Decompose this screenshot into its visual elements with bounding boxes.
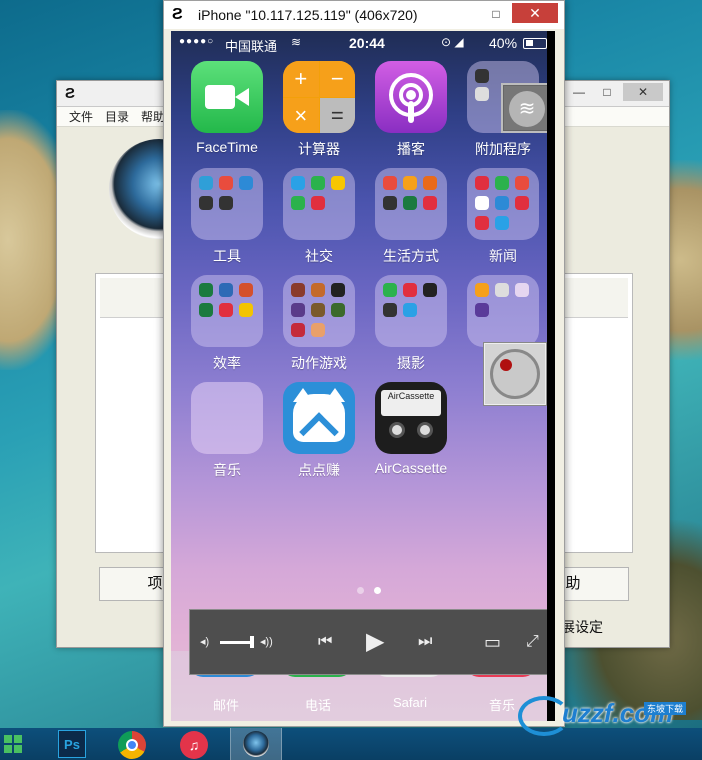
record-ring-icon [490,349,540,399]
itunes-icon[interactable]: ♫ [180,731,208,759]
mirror-close-button[interactable]: ✕ [512,3,558,23]
page-dot [357,587,364,594]
folder-action-games[interactable]: 动作游戏 [281,275,357,373]
calculator-icon: + − × = [283,61,355,133]
rotation-lock-icon: ⊙ ◢ [441,35,464,49]
folder-productivity[interactable]: 效率 [189,275,265,373]
folder-icon [375,275,447,347]
app-label: 音乐 [213,462,241,478]
status-time: 20:44 [349,35,385,51]
signal-strength-icon: ●●●●○ [179,36,215,47]
app-label: AirCassette [374,460,448,476]
app-label: 点点赚 [298,462,340,478]
volume-low-icon: ◂) [200,636,210,648]
app-label: 摄影 [397,355,425,371]
app-label: 工具 [213,248,241,264]
app-label: 动作游戏 [291,355,347,371]
folder-icon [283,168,355,240]
bg-menu-help[interactable]: 帮助 [141,107,165,126]
next-track-button[interactable]: ⏭ [418,628,432,656]
folder-icon [191,382,263,454]
wifi-icon: ≋ [291,35,302,49]
mirror-wifi-toggle[interactable]: ≋ [503,85,549,131]
page-dot-active [374,587,381,594]
previous-track-button[interactable]: ⏮ [318,628,332,656]
folder-icon [467,275,539,347]
dock-label-phone: 电话 [304,698,331,713]
app-diandianzhuan[interactable]: 点点赚 [281,382,357,480]
volume-high-icon: ◂)) [260,636,273,648]
bg-app-logo-icon: Ƨ [65,85,76,102]
podcast-icon [375,61,447,133]
play-button[interactable]: ▶ [366,628,384,656]
wifi-icon: ≋ [509,91,545,127]
carrier-name: 中国联通 [225,39,278,54]
folder-news[interactable]: 新闻 [465,168,541,266]
folder-photo[interactable]: 摄影 [373,275,449,373]
volume-slider-knob[interactable] [250,636,254,648]
bg-minimize-button[interactable]: — [567,83,591,101]
airplay-icon[interactable]: ▭ [484,628,501,656]
chrome-icon[interactable] [118,731,146,759]
folder-icon [467,168,539,240]
app-label: 计算器 [298,141,340,157]
facetime-icon [191,61,263,133]
folder-icon [283,275,355,347]
app-aircassette[interactable]: AirCassette AirCassette [373,382,449,476]
folder-social[interactable]: 社交 [281,168,357,266]
app-label: 生活方式 [383,248,439,264]
active-app-taskbar-button[interactable] [230,728,282,760]
media-player-overlay: ◂) ◂)) ⏮ ▶ ⏭ ▭ ⤢ [189,609,555,675]
mirror-titlebar[interactable]: Ƨ iPhone "10.117.125.119" (406x720) □ ✕ [164,1,564,29]
bg-footer-text: 展设定 [561,619,603,635]
app-facetime[interactable]: FaceTime [189,61,265,155]
battery-percent: 40% [489,35,518,51]
fullscreen-icon[interactable]: ⤢ [526,628,539,656]
lucky-cat-icon [283,382,355,454]
app-label: 新闻 [489,248,517,264]
volume-slider[interactable] [220,641,252,644]
watermark-logo: uzzf.com 东坡下载 [516,694,702,742]
folder-icon [375,168,447,240]
app-label: 附加程序 [475,141,531,157]
bg-maximize-button[interactable]: □ [595,83,619,101]
photoshop-icon[interactable]: Ps [58,730,86,758]
record-dot-icon [500,359,512,371]
status-bar: ●●●●○ 中国联通 ≋ 20:44 ⊙ ◢ 40% [171,31,555,55]
mirror-maximize-button[interactable]: □ [486,7,506,23]
watermark-small-text: 东坡下载 [644,702,687,715]
dock-label-mail: 邮件 [212,698,239,713]
app-label: 社交 [305,248,333,264]
cassette-icon: AirCassette [375,382,447,454]
bg-menu-directory[interactable]: 目录 [105,107,129,126]
app-label: 效率 [213,355,241,371]
app-orb-icon [243,731,269,757]
folder-icon [191,275,263,347]
app-label: 播客 [397,141,425,157]
dock-label-safari: Safari [393,695,427,710]
folder-tools[interactable]: 工具 [189,168,265,266]
folder-lifestyle[interactable]: 生活方式 [373,168,449,266]
mirror-window-title: iPhone "10.117.125.119" (406x720) [198,7,418,23]
folder-icon [191,168,263,240]
bg-menu-file[interactable]: 文件 [69,107,93,126]
app-label: FaceTime [196,139,258,155]
windows-start-icon[interactable] [0,730,26,758]
page-indicator [357,587,381,594]
record-button[interactable] [483,342,547,406]
battery-icon [523,38,547,49]
mirror-app-logo-icon: Ƨ [172,6,183,23]
folder-music[interactable]: 音乐 [189,382,265,480]
app-calculator[interactable]: + − × = 计算器 [281,61,357,159]
app-podcasts[interactable]: 播客 [373,61,449,159]
bg-close-button[interactable]: ✕ [623,83,663,101]
